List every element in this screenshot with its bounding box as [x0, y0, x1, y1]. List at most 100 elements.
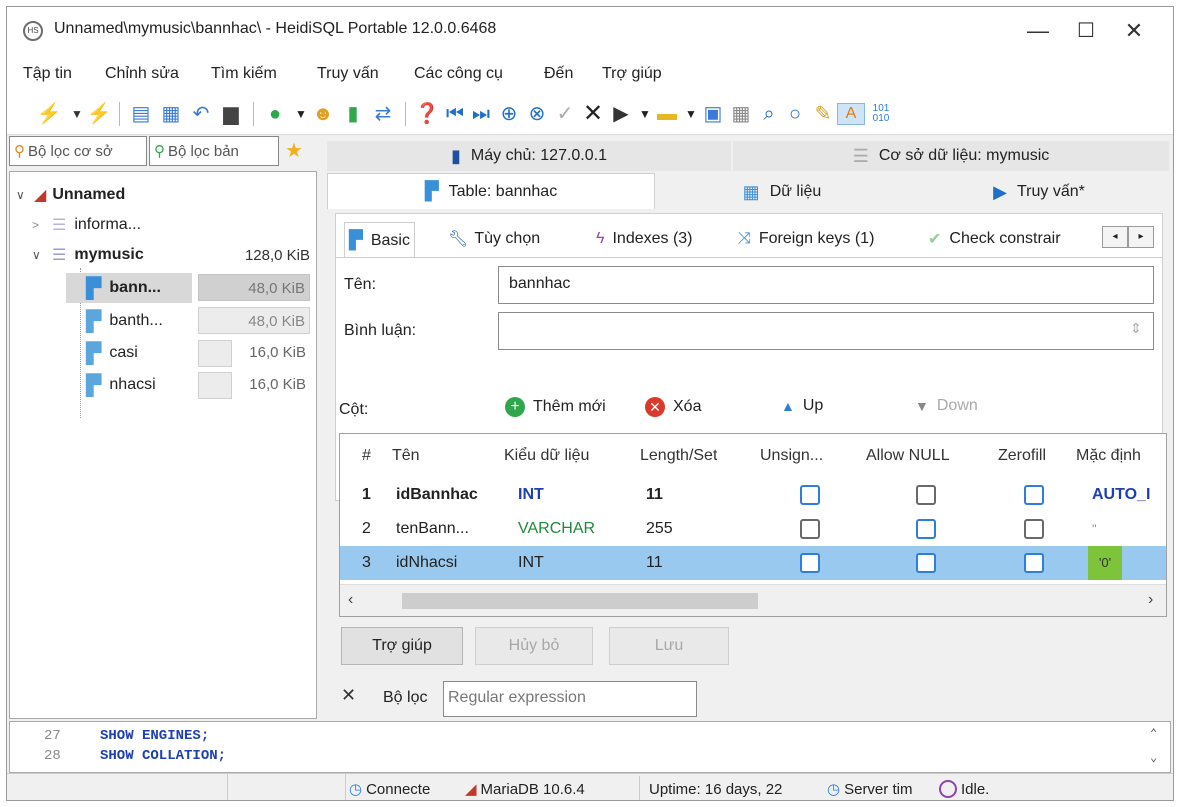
tree-node-table-casi[interactable]: ▛ casi — [86, 338, 138, 368]
replace-icon[interactable]: ○ — [783, 103, 807, 125]
star-icon[interactable]: ★ — [285, 138, 303, 163]
tree-node-table-banthe[interactable]: ▛ banth... — [86, 306, 163, 336]
col-header-num[interactable]: # — [362, 434, 371, 478]
save-file-icon[interactable]: ▣ — [701, 103, 725, 125]
zerofill-checkbox[interactable] — [1024, 519, 1044, 539]
table-row[interactable]: 2 tenBann... VARCHAR 255 '' — [340, 512, 1166, 546]
save-button[interactable]: Lưu — [609, 627, 729, 665]
last-record-icon[interactable]: ⏭ — [469, 103, 493, 125]
chevron-right-icon[interactable]: > — [32, 218, 48, 232]
chevron-up-icon[interactable]: ⌃ — [1150, 726, 1157, 741]
dropdown-arrow-icon[interactable]: ▼ — [633, 103, 657, 125]
move-up-button[interactable]: ▲ Up — [781, 397, 823, 415]
chevron-left-icon[interactable]: ‹ — [348, 591, 353, 609]
menu-file[interactable]: Tập tin — [23, 65, 72, 83]
post-record-icon[interactable]: ✓ — [553, 103, 577, 125]
col-header-name[interactable]: Tên — [392, 434, 420, 478]
tree-node-table-bannhac[interactable]: ▛ bann... — [86, 273, 161, 303]
close-button[interactable]: ✕ — [1111, 12, 1157, 50]
table-name-input[interactable]: bannhac — [498, 266, 1154, 304]
subtab-foreign-keys[interactable]: ⤨ Foreign keys (1) — [734, 222, 878, 256]
col-header-allow-null[interactable]: Allow NULL — [866, 434, 950, 478]
horizontal-scrollbar[interactable]: ‹ › — [340, 584, 1166, 616]
subtab-indexes[interactable]: ϟ Indexes (3) — [592, 222, 697, 256]
zerofill-checkbox[interactable] — [1024, 485, 1044, 505]
table-row-selected[interactable]: 3 idNhacsi INT 11 '0' — [340, 546, 1166, 580]
menu-edit[interactable]: Chỉnh sửa — [105, 65, 179, 83]
allow-null-checkbox[interactable] — [916, 519, 936, 539]
table-comment-input[interactable] — [498, 312, 1154, 350]
sync-icon[interactable]: ⇄ — [371, 103, 395, 125]
move-down-button[interactable]: ▼ Down — [915, 397, 978, 415]
cancel-record-icon[interactable]: ✕ — [581, 102, 605, 126]
add-column-button[interactable]: + Thêm mới — [505, 397, 606, 417]
dropdown-arrow-icon[interactable]: ▼ — [289, 103, 313, 125]
copy-icon[interactable]: ▤ — [129, 103, 153, 125]
import-icon[interactable]: ▮ — [341, 103, 365, 125]
scrollbar-thumb[interactable] — [402, 593, 758, 609]
subtab-options[interactable]: 🔧︎ Tùy chọn — [444, 222, 544, 256]
find-icon[interactable]: ⌕ — [757, 103, 781, 125]
format-icon[interactable]: ✎ — [811, 103, 835, 125]
paste-icon[interactable]: ▦ — [159, 103, 183, 125]
first-record-icon[interactable]: ⏮ — [443, 103, 467, 125]
chevron-right-icon[interactable]: › — [1148, 591, 1153, 609]
unsigned-checkbox[interactable] — [800, 553, 820, 573]
allow-null-checkbox[interactable] — [916, 485, 936, 505]
col-header-zerofill[interactable]: Zerofill — [998, 434, 1046, 478]
allow-null-checkbox[interactable] — [916, 553, 936, 573]
tree-node-table-nhacsi[interactable]: ▛ nhacsi — [86, 370, 156, 400]
tab-scroll-right-button[interactable]: ▸ — [1128, 226, 1154, 248]
subtab-basic[interactable]: ▛ Basic — [344, 222, 415, 258]
print-icon[interactable]: ▆ — [219, 103, 243, 125]
cancel-button[interactable]: Hủy bỏ — [475, 627, 593, 665]
menu-search[interactable]: Tìm kiếm — [211, 65, 277, 83]
col-header-length[interactable]: Length/Set — [640, 434, 717, 478]
table-filter-input[interactable]: ⚲ Bộ lọc bản — [149, 136, 279, 166]
user-manager-icon[interactable]: ☻ — [311, 103, 335, 125]
open-file-icon[interactable]: ▬ — [655, 103, 679, 125]
help-button[interactable]: Trợ giúp — [341, 627, 463, 665]
spin-icon[interactable]: ⇕ — [1130, 320, 1142, 337]
tab-host[interactable]: ▮ Máy chủ: 127.0.0.1 — [327, 141, 731, 171]
filter-input[interactable]: Regular expression — [443, 681, 697, 717]
menu-help[interactable]: Trợ giúp — [602, 65, 662, 83]
tree-node-mymusic[interactable]: ∨ ☰ mymusic 128,0 KiB — [32, 240, 314, 270]
chevron-down-icon[interactable]: ⌄ — [1150, 750, 1157, 765]
add-record-icon[interactable]: ⊕ — [497, 103, 521, 125]
table-row[interactable]: 1 idBannhac INT 11 AUTO_I — [340, 478, 1166, 512]
dropdown-arrow-icon[interactable]: ▼ — [65, 103, 89, 125]
chevron-down-icon[interactable]: ∨ — [16, 188, 32, 202]
col-header-unsigned[interactable]: Unsign... — [760, 434, 852, 478]
dropdown-arrow-icon[interactable]: ▼ — [679, 103, 703, 125]
help-icon[interactable]: ❓ — [415, 103, 440, 125]
tree-node-server[interactable]: ∨ ◢ Unnamed — [16, 180, 125, 210]
minimize-button[interactable]: — — [1015, 12, 1061, 50]
tab-database[interactable]: ☰ Cơ sở dữ liệu: mymusic — [733, 141, 1169, 171]
menu-query[interactable]: Truy vấn — [317, 65, 379, 83]
sql-log[interactable]: 27 SHOW ENGINES; 28 SHOW COLLATION; ⌃ ⌄ — [9, 721, 1171, 773]
undo-icon[interactable]: ↶ — [189, 103, 213, 125]
maximize-button[interactable]: ☐ — [1063, 12, 1109, 50]
subtab-check-constraints[interactable]: ✔ Check constrair — [924, 222, 1065, 256]
tab-table[interactable]: ▛ Table: bannhac — [327, 173, 655, 209]
disconnect-icon[interactable]: ⚡ — [87, 103, 112, 125]
unsigned-checkbox[interactable] — [800, 519, 820, 539]
database-filter-input[interactable]: ⚲ Bộ lọc cơ sở — [9, 136, 147, 166]
save-snippet-icon[interactable]: ▦ — [729, 103, 753, 125]
tab-data[interactable]: ▦ Dữ liệu — [657, 177, 907, 207]
refresh-icon[interactable]: ● — [263, 103, 287, 125]
connect-icon[interactable]: ⚡ — [37, 103, 62, 125]
tree-node-information-schema[interactable]: > ☰ informa... — [32, 210, 141, 240]
col-header-type[interactable]: Kiểu dữ liệu — [504, 434, 589, 478]
menu-tools[interactable]: Các công cụ — [414, 65, 503, 83]
auto-complete-icon[interactable]: A — [837, 103, 865, 125]
delete-record-icon[interactable]: ⊗ — [525, 103, 549, 125]
tab-query[interactable]: ▶ Truy vấn* — [909, 177, 1169, 207]
close-filter-icon[interactable]: ✕ — [341, 685, 356, 706]
chevron-down-icon[interactable]: ∨ — [32, 248, 48, 262]
col-header-default[interactable]: Mặc định — [1076, 434, 1166, 478]
menu-goto[interactable]: Đến — [544, 65, 573, 83]
unsigned-checkbox[interactable] — [800, 485, 820, 505]
run-icon[interactable]: ▶ — [609, 103, 633, 125]
